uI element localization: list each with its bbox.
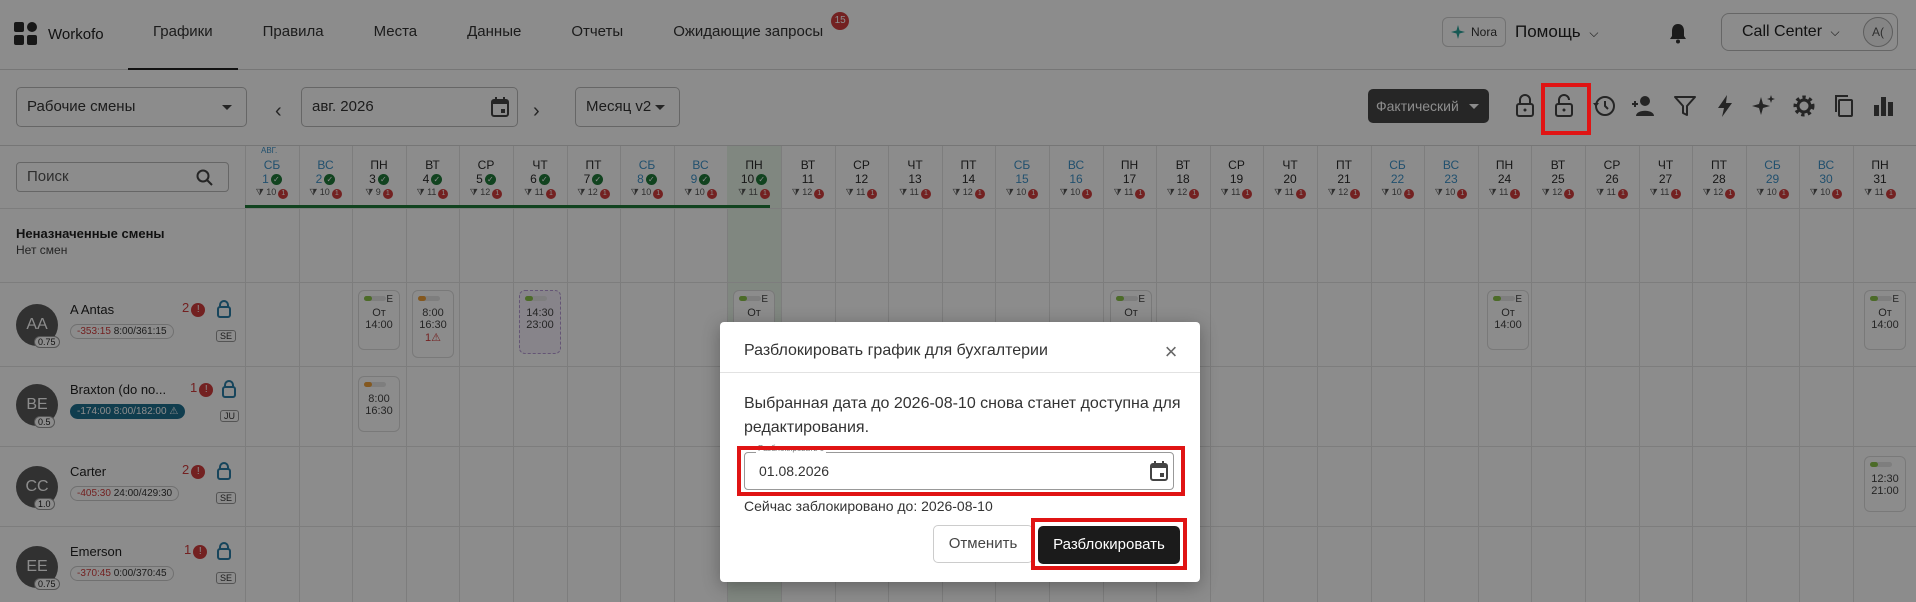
cancel-button[interactable]: Отменить	[933, 525, 1033, 563]
unlock-schedule-dialog: Разблокировать график для бухгалтерии × …	[720, 322, 1200, 582]
unlock-icon-highlight	[1541, 83, 1591, 135]
dialog-title: Разблокировать график для бухгалтерии	[744, 342, 1048, 359]
unlock-button-highlight	[1031, 518, 1187, 570]
dialog-message: Выбранная дата до 2026-08-10 снова стане…	[744, 395, 1181, 436]
date-field-highlight	[737, 446, 1185, 496]
current-lock-text: Сейчас заблокировано до: 2026-08-10	[744, 498, 993, 514]
dialog-divider	[720, 372, 1200, 373]
close-icon[interactable]: ×	[1160, 341, 1182, 364]
